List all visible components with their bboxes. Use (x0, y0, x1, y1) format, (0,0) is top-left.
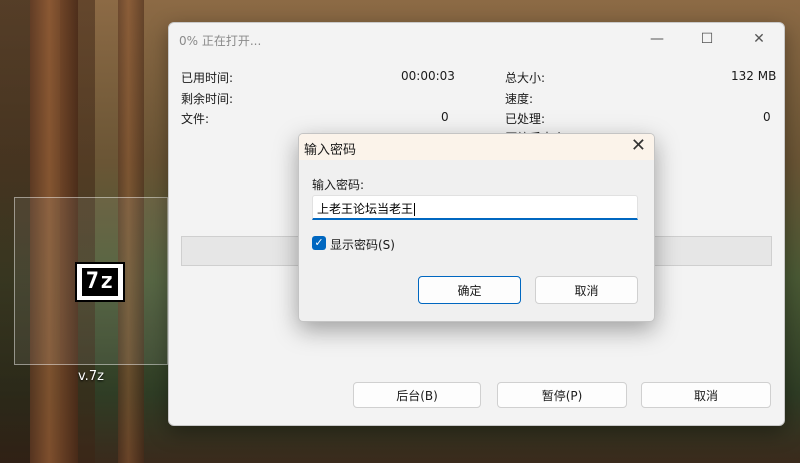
dialog-cancel-button[interactable]: 取消 (535, 276, 638, 304)
password-prompt: 输入密码: (312, 178, 365, 192)
dialog-title: 输入密码 (304, 143, 357, 158)
background-button[interactable]: 后台(B) (353, 382, 481, 408)
maximize-button[interactable]: ☐ (693, 28, 721, 50)
7z-archive-icon[interactable]: 7z (75, 262, 125, 302)
speed-label: 速度: (505, 92, 534, 106)
close-button[interactable]: ✕ (745, 28, 773, 50)
elapsed-time-label: 已用时间: (181, 71, 234, 85)
text-cursor (414, 203, 416, 216)
window-title: 0% 正在打开... (179, 34, 262, 48)
icon-text: 7z (81, 268, 119, 296)
elapsed-time-value: 00:00:03 (401, 69, 455, 83)
show-password-checkbox[interactable]: ✓ (312, 236, 326, 250)
pause-button[interactable]: 暂停(P) (497, 382, 627, 408)
total-size-value: 132 MB (731, 69, 777, 83)
processed-label: 已处理: (505, 112, 546, 126)
files-label: 文件: (181, 112, 210, 126)
show-password-label[interactable]: 显示密码(S) (330, 236, 395, 253)
password-dialog: 输入密码 ✕ 输入密码: 上老王论坛当老王 ✓ 显示密码(S) 确定 取消 (298, 133, 655, 322)
desktop-file-label[interactable]: v.7z (78, 369, 104, 384)
dialog-close-icon[interactable]: ✕ (631, 135, 646, 156)
password-text: 上老王论坛当老王 (317, 202, 414, 216)
minimize-button[interactable]: — (643, 28, 671, 50)
processed-value: 0 (763, 110, 771, 124)
ok-button[interactable]: 确定 (418, 276, 521, 304)
remaining-time-label: 剩余时间: (181, 92, 234, 106)
total-size-label: 总大小: (505, 71, 546, 85)
files-value: 0 (441, 110, 449, 124)
password-input[interactable]: 上老王论坛当老王 (312, 195, 638, 220)
dialog-titlebar: 输入密码 ✕ (299, 134, 654, 160)
cancel-button[interactable]: 取消 (641, 382, 771, 408)
